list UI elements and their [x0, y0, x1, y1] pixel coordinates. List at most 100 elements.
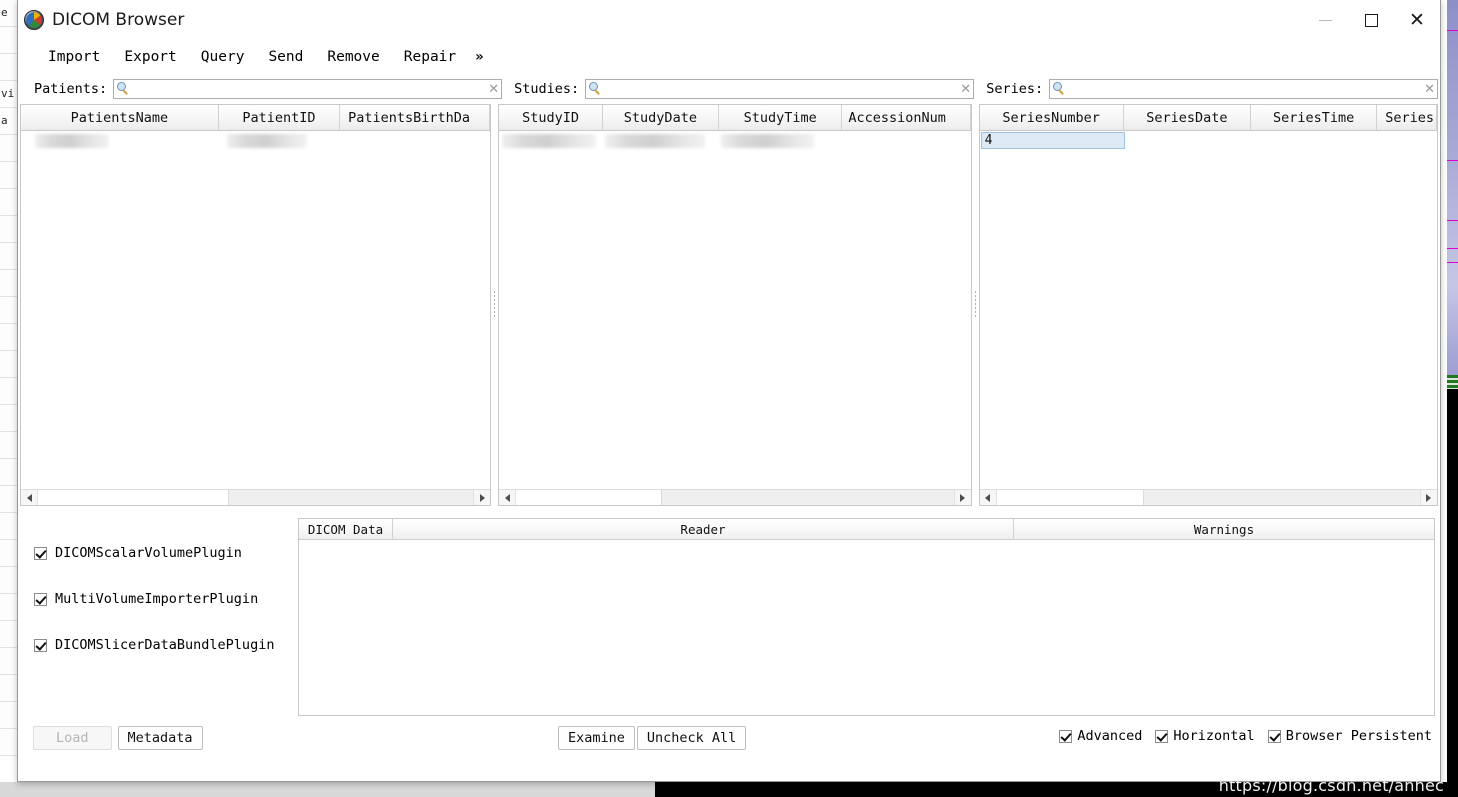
column-header-warnings[interactable]: Warnings — [1014, 519, 1434, 539]
filter-group-series: Series: ✕ — [974, 79, 1439, 99]
cell-patients-birth-date[interactable] — [340, 131, 490, 153]
plugin-checkbox[interactable] — [34, 546, 47, 560]
scroll-left-button[interactable] — [979, 490, 997, 505]
patients-rows[interactable] — [21, 131, 491, 489]
toolbar-button-import[interactable]: Import — [36, 46, 112, 68]
dicom-data-rows[interactable] — [299, 540, 1434, 715]
filter-label-patients: Patients: — [34, 81, 108, 97]
load-button[interactable]: Load — [33, 726, 112, 750]
minimize-button[interactable] — [1302, 0, 1348, 40]
scroll-left-button[interactable] — [21, 490, 38, 505]
cell-study-id[interactable] — [499, 131, 602, 153]
column-header-series-description[interactable]: Series — [1377, 105, 1437, 130]
toolbar-button-repair[interactable]: Repair — [392, 46, 468, 68]
column-header-patients-birth-date[interactable]: PatientsBirthDa — [340, 105, 491, 130]
splitter-patients-studies[interactable] — [491, 104, 498, 506]
plugin-checkbox[interactable] — [34, 592, 47, 606]
footer-option[interactable]: Horizontal — [1155, 728, 1255, 744]
chevron-left-icon — [985, 493, 991, 502]
toolbar-button-send[interactable]: Send — [256, 46, 315, 68]
scroll-track[interactable] — [38, 490, 474, 505]
cell-patients-name[interactable] — [21, 131, 219, 153]
studies-rows[interactable] — [499, 131, 971, 489]
chevron-right-icon — [479, 493, 485, 502]
main-toolbar: Import Export Query Send Remove Repair» — [18, 40, 1440, 74]
toolbar-button-query[interactable]: Query — [189, 46, 257, 68]
scroll-thumb[interactable] — [996, 490, 1144, 505]
plugin-checkbox-list: DICOMScalarVolumePlugin MultiVolumeImport… — [20, 518, 298, 716]
toolbar-button-export[interactable]: Export — [112, 46, 188, 68]
column-header-dicom-data[interactable]: DICOM Data — [299, 519, 393, 539]
plugin-checkbox[interactable] — [34, 638, 47, 652]
window-controls: ✕ — [1302, 0, 1440, 40]
footer-option-checkbox[interactable] — [1155, 729, 1169, 743]
footer-option-checkbox[interactable] — [1267, 729, 1281, 743]
background-black-right — [1447, 389, 1458, 797]
plugin-row[interactable]: MultiVolumeImporterPlugin — [34, 576, 298, 622]
clear-search-icon-patients[interactable]: ✕ — [486, 83, 501, 96]
minimize-icon — [1318, 19, 1332, 21]
column-header-accession-number[interactable]: AccessionNum — [842, 105, 971, 130]
footer-option[interactable]: Advanced — [1059, 728, 1142, 744]
plugin-row[interactable]: DICOMScalarVolumePlugin — [34, 530, 298, 576]
maximize-button[interactable] — [1348, 0, 1394, 40]
close-button[interactable]: ✕ — [1394, 0, 1440, 40]
clear-search-icon-studies[interactable]: ✕ — [958, 83, 973, 96]
search-input-patients[interactable] — [131, 81, 487, 97]
dicom-data-table: DICOM Data Reader Warnings — [298, 518, 1435, 716]
footer-left-buttons: Load Metadata — [33, 726, 203, 750]
dicom-data-header-row: DICOM Data Reader Warnings — [299, 519, 1434, 540]
scroll-right-button[interactable] — [953, 490, 971, 505]
cell-study-time[interactable] — [719, 131, 842, 153]
plugin-row[interactable]: DICOMSlicerDataBundlePlugin — [34, 622, 298, 668]
patients-hscrollbar[interactable] — [21, 489, 491, 505]
column-header-series-time[interactable]: SeriesTime — [1251, 105, 1378, 130]
scroll-left-button[interactable] — [499, 490, 517, 505]
column-header-patient-id[interactable]: PatientID — [219, 105, 341, 130]
column-header-patients-name[interactable]: PatientsName — [21, 105, 219, 130]
scroll-right-button[interactable] — [1419, 490, 1437, 505]
metadata-button[interactable]: Metadata — [117, 726, 203, 750]
search-box-patients[interactable]: ✕ — [113, 79, 503, 99]
toolbar-overflow-button[interactable]: » — [468, 46, 490, 68]
footer-option[interactable]: Browser Persistent — [1267, 728, 1432, 744]
footer-option-checkbox[interactable] — [1059, 729, 1073, 743]
cell-patient-id[interactable] — [219, 131, 340, 153]
studies-hscrollbar[interactable] — [499, 489, 971, 505]
search-box-studies[interactable]: ✕ — [585, 79, 975, 99]
series-hscrollbar[interactable] — [979, 489, 1437, 505]
column-header-study-id[interactable]: StudyID — [499, 105, 603, 130]
scroll-track[interactable] — [996, 490, 1420, 505]
cell-study-date[interactable] — [603, 131, 719, 153]
column-header-series-number[interactable]: SeriesNumber — [980, 105, 1124, 130]
chevron-left-icon — [504, 493, 510, 502]
magnifier-icon — [117, 82, 131, 96]
column-header-reader[interactable]: Reader — [393, 519, 1014, 539]
chevron-left-icon — [26, 493, 32, 502]
table-row[interactable]: 4 — [980, 131, 1437, 153]
redacted-value — [604, 134, 705, 148]
uncheck-all-button[interactable]: Uncheck All — [636, 726, 747, 750]
column-header-study-date[interactable]: StudyDate — [603, 105, 720, 130]
splitter-studies-series[interactable] — [972, 104, 979, 506]
series-rows[interactable]: 4 — [979, 131, 1437, 489]
search-box-series[interactable]: ✕ — [1049, 79, 1439, 99]
scroll-track[interactable] — [516, 490, 954, 505]
scroll-thumb[interactable] — [516, 490, 663, 505]
search-input-studies[interactable] — [603, 81, 959, 97]
magnifier-icon — [1053, 82, 1067, 96]
column-header-series-date[interactable]: SeriesDate — [1124, 105, 1252, 130]
examine-button[interactable]: Examine — [558, 726, 635, 750]
scroll-thumb[interactable] — [38, 490, 229, 505]
column-header-study-time[interactable]: StudyTime — [719, 105, 843, 130]
table-row[interactable] — [499, 131, 970, 153]
plugin-label: MultiVolumeImporterPlugin — [55, 591, 259, 607]
table-row[interactable] — [21, 131, 490, 153]
scroll-right-button[interactable] — [473, 490, 491, 505]
cell-series-number-selected[interactable]: 4 — [980, 132, 1125, 149]
toolbar-button-remove[interactable]: Remove — [315, 46, 391, 68]
filter-label-studies: Studies: — [514, 81, 580, 97]
cell-accession-number[interactable] — [842, 131, 970, 153]
search-input-series[interactable] — [1067, 81, 1423, 97]
clear-search-icon-series[interactable]: ✕ — [1422, 83, 1437, 96]
